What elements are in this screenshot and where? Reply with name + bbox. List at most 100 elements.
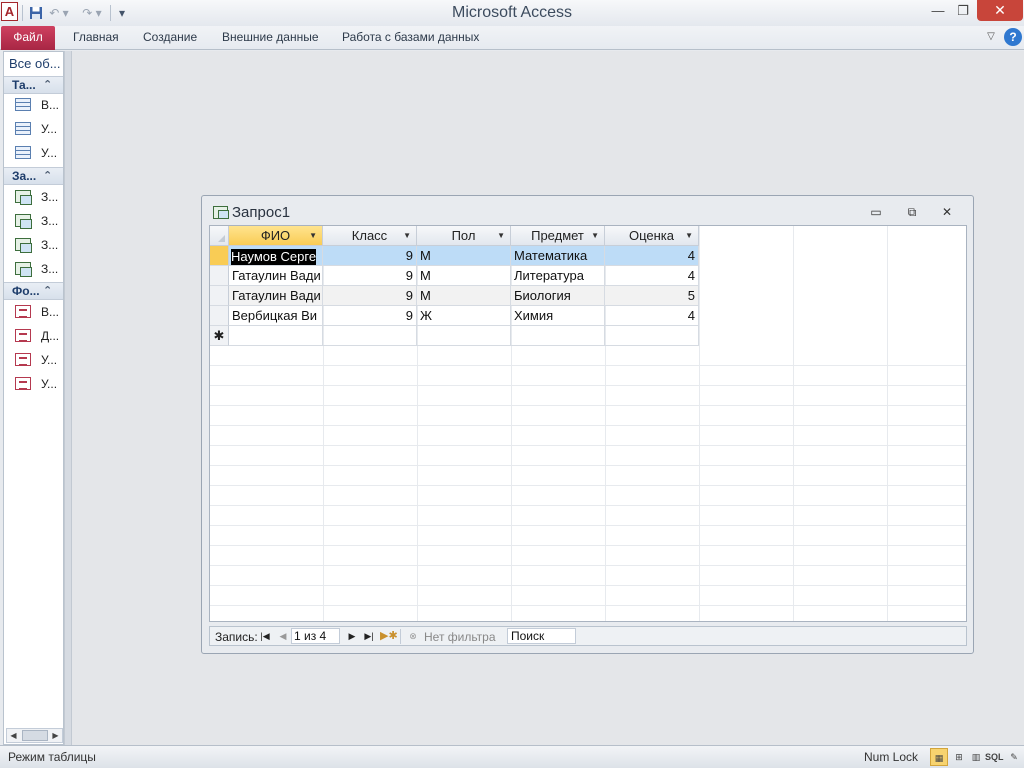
tab-file[interactable]: Файл [1, 26, 55, 50]
restore-button[interactable]: ❐ [951, 0, 975, 21]
row-selector[interactable] [210, 306, 229, 326]
close-button[interactable]: ✕ [935, 203, 959, 221]
cell-pol[interactable]: М [417, 286, 511, 306]
view-mode-status: Режим таблицы [8, 750, 96, 764]
cell-pol[interactable]: М [417, 246, 511, 266]
cell-fio[interactable]: Гатаулин Вади [229, 266, 323, 286]
scroll-right-icon[interactable]: ▶ [49, 729, 62, 742]
design-view-icon[interactable]: ✎ [1005, 748, 1023, 766]
cell-ocenka[interactable]: 5 [605, 286, 699, 306]
column-header-predmet[interactable]: Предмет ▼ [511, 226, 605, 246]
cell-pol[interactable]: М [417, 266, 511, 286]
nav-item-query[interactable]: З... [4, 211, 63, 231]
scroll-thumb[interactable] [22, 730, 48, 741]
nav-pane-header[interactable]: Все об... [4, 52, 63, 76]
cell-new[interactable] [229, 326, 323, 346]
scroll-left-icon[interactable]: ◀ [7, 729, 20, 742]
pivot-chart-view-icon[interactable]: ▥ [967, 748, 985, 766]
tab-create[interactable]: Создание [143, 26, 197, 50]
cell-ocenka[interactable]: 4 [605, 306, 699, 326]
cell-predmet[interactable]: Биология [511, 286, 605, 306]
cell-klass[interactable]: 9 [323, 306, 417, 326]
cell-new[interactable] [511, 326, 605, 346]
previous-record-icon[interactable]: ◀ [276, 629, 290, 643]
nav-group-forms[interactable]: Фо... ⌃ [4, 282, 63, 300]
cell-new[interactable] [417, 326, 511, 346]
nav-item-form[interactable]: В... [4, 302, 63, 322]
nav-item-form[interactable]: Д... [4, 326, 63, 346]
dropdown-icon[interactable]: ▼ [309, 226, 317, 245]
first-record-icon[interactable]: |◀ [258, 629, 272, 643]
cell-klass[interactable]: 9 [323, 266, 417, 286]
grid-line [210, 445, 966, 446]
dropdown-icon[interactable]: ▼ [403, 226, 411, 245]
grid-line [210, 585, 966, 586]
cell-pol[interactable]: Ж [417, 306, 511, 326]
datasheet-view-icon[interactable]: ▦ [930, 748, 948, 766]
filter-icon[interactable]: ⊗ [406, 629, 420, 643]
dropdown-icon[interactable]: ▼ [685, 226, 693, 245]
new-record-marker[interactable]: ✱ [210, 326, 229, 346]
select-all-button[interactable] [210, 226, 229, 246]
help-icon[interactable]: ? [1004, 28, 1022, 46]
cell-predmet[interactable]: Математика [511, 246, 605, 266]
record-navigation-bar: Запись: |◀ ◀ 1 из 4 ▶ ▶| ▶✱ ⊗ Нет фильтр… [209, 626, 967, 646]
dropdown-icon[interactable]: ▼ [591, 226, 599, 245]
nav-item-query[interactable]: З... [4, 235, 63, 255]
last-record-icon[interactable]: ▶| [362, 629, 376, 643]
cell-ocenka[interactable]: 4 [605, 246, 699, 266]
cell-predmet[interactable]: Химия [511, 306, 605, 326]
form-icon [15, 305, 31, 318]
cell-klass[interactable]: 9 [323, 246, 417, 266]
column-header-fio[interactable]: ФИО ▼ [229, 226, 323, 246]
pivot-table-view-icon[interactable]: ⊞ [950, 748, 968, 766]
minimize-button[interactable]: ▭ [864, 203, 888, 221]
column-header-klass[interactable]: Класс ▼ [323, 226, 417, 246]
row-selector[interactable] [210, 286, 229, 306]
cell-new[interactable] [323, 326, 417, 346]
restore-button[interactable]: ⧉ [900, 203, 924, 221]
grid-line [210, 425, 966, 426]
nav-group-queries[interactable]: За... ⌃ [4, 167, 63, 185]
nav-item-query[interactable]: З... [4, 259, 63, 279]
title-bar: A ↶ ▾ ↷ ▾ ▾ Microsoft Access — ❐ ✕ [0, 0, 1024, 26]
record-position-input[interactable]: 1 из 4 [291, 628, 340, 644]
nav-item-table[interactable]: В... [4, 95, 63, 115]
sql-view-button[interactable]: SQL [985, 748, 1004, 766]
cell-predmet[interactable]: Литература [511, 266, 605, 286]
close-button[interactable]: ✕ [977, 0, 1023, 21]
filter-status[interactable]: Нет фильтра [424, 630, 496, 644]
column-header-ocenka[interactable]: Оценка ▼ [605, 226, 699, 246]
divider [400, 629, 401, 644]
nav-item-form[interactable]: У... [4, 350, 63, 370]
row-selector[interactable] [210, 266, 229, 286]
grid-line [210, 365, 966, 366]
tab-database-tools[interactable]: Работа с базами данных [342, 26, 479, 50]
next-record-icon[interactable]: ▶ [345, 629, 359, 643]
new-record-icon[interactable]: ▶✱ [380, 629, 398, 643]
nav-pane-splitter[interactable] [64, 51, 72, 745]
minimize-button[interactable]: — [925, 0, 951, 21]
nav-item-query[interactable]: З... [4, 187, 63, 207]
query-icon [15, 214, 32, 229]
nav-item-table[interactable]: У... [4, 119, 63, 139]
collapse-icon: ⌃ [43, 285, 53, 297]
cell-fio[interactable]: Наумов Серге [229, 246, 323, 266]
cell-klass[interactable]: 9 [323, 286, 417, 306]
search-input[interactable]: Поиск [507, 628, 576, 644]
column-header-pol[interactable]: Пол ▼ [417, 226, 511, 246]
tab-external-data[interactable]: Внешние данные [222, 26, 319, 50]
chevron-down-icon[interactable]: ▽ [983, 29, 999, 45]
nav-item-form[interactable]: У... [4, 374, 63, 394]
dropdown-icon[interactable]: ▼ [497, 226, 505, 245]
cell-ocenka[interactable]: 4 [605, 266, 699, 286]
row-selector[interactable] [210, 246, 229, 266]
navigation-pane: Все об... Та... ⌃ В... У... У... За... ⌃… [3, 51, 64, 745]
tab-home[interactable]: Главная [73, 26, 119, 50]
nav-horizontal-scrollbar[interactable]: ◀ ▶ [6, 728, 63, 743]
nav-item-table[interactable]: У... [4, 143, 63, 163]
cell-fio[interactable]: Гатаулин Вади [229, 286, 323, 306]
cell-new[interactable] [605, 326, 699, 346]
cell-fio[interactable]: Вербицкая Ви [229, 306, 323, 326]
nav-group-tables[interactable]: Та... ⌃ [4, 76, 63, 94]
